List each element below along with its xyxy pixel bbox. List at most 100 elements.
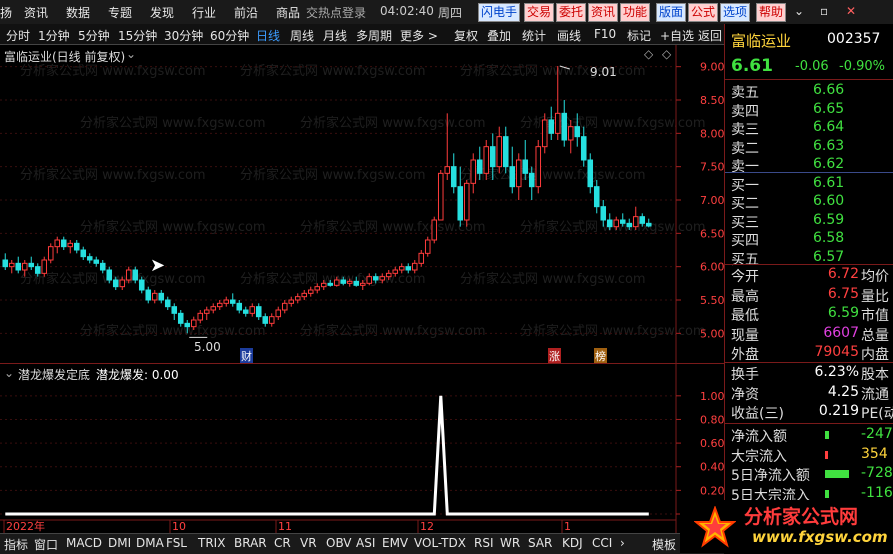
candlestick-chart[interactable]: 分析家公式网 www.fxgsw.com 分析家公式网 www.fxgsw.com… [0,45,725,364]
indicator-tab[interactable]: 模板 [652,536,676,553]
menu-item[interactable]: 资讯 [24,4,48,21]
y-tick-label: 6.50 [700,227,724,240]
ask-row[interactable]: 卖五 6.66 [731,82,891,101]
menu-item[interactable]: 商品 [276,4,300,21]
candle-body [509,166,516,188]
indicator-tab[interactable]: TRIX [198,536,225,550]
tool-button[interactable]: 统计 [522,27,546,44]
stat-label: 换手 [731,367,759,383]
ask-row[interactable]: 卖三 6.64 [731,119,891,138]
period-tab[interactable]: 月线 [323,27,347,44]
tool-button[interactable]: 标记 [627,27,651,44]
flow-label: 5日净流入额 [731,468,810,484]
candle [587,153,594,194]
indicator-tab[interactable]: OBV [326,536,352,550]
bid-row[interactable]: 买四 6.58 [731,230,891,249]
candle-body [93,259,100,264]
ask-row[interactable]: 卖四 6.65 [731,101,891,120]
menu-item[interactable]: 行业 [192,4,216,21]
bid-row[interactable]: 买三 6.59 [731,212,891,231]
period-tab[interactable]: 分时 [6,27,30,44]
indicator-tab[interactable]: VOL-TDX [414,536,466,550]
period-tab[interactable]: 15分钟 [118,27,157,44]
bid-row[interactable]: 买二 6.60 [731,193,891,212]
candle-body [444,166,451,174]
candle [151,290,158,304]
candlestick-svg[interactable]: 分析家公式网 www.fxgsw.com 分析家公式网 www.fxgsw.com… [0,45,725,363]
entrust-button[interactable]: 委托 [556,3,587,22]
settings-diamond-icon[interactable]: ◇ [644,47,653,61]
tool-button[interactable]: 返回 [698,27,722,44]
tool-button[interactable]: F10 [594,27,616,41]
order-label: 卖四 [731,103,759,120]
event-badge-limit-up[interactable]: 涨 [548,348,561,364]
menu-item[interactable]: 数据 [66,4,90,21]
event-badge-rank[interactable]: 榜 [594,348,607,364]
y-tick-label: 1.00 [700,390,724,403]
period-tab[interactable]: 1分钟 [38,27,70,44]
ask-row[interactable]: 卖二 6.63 [731,138,891,157]
candle-body [554,112,561,134]
search-box[interactable]: 交热点登录 [306,4,366,21]
candle [632,206,639,230]
indicator-tab[interactable]: RSI [474,536,494,550]
function-button[interactable]: 功能 [620,3,651,22]
info-button[interactable]: 资讯 [588,3,619,22]
period-tab[interactable]: 周线 [290,27,314,44]
maximize-icon[interactable]: ▫ [820,4,828,18]
candle-body [457,186,464,221]
candle-body [639,216,646,224]
menu-bar: 扬 资讯 数据 专题 发现 行业 前沿 商品 交热点登录 04:02:40 周四… [0,0,893,25]
bid-row[interactable]: 买一 6.61 [731,175,891,194]
indicator-tab[interactable]: SAR [528,536,552,550]
options-button[interactable]: 选项 [720,3,751,22]
layout-button[interactable]: 版面 [656,3,687,22]
period-tab-active[interactable]: 日线 [256,27,280,44]
indicator-chart[interactable]: 1.000.800.600.400.200.00 2022年1011121 ⌄ … [0,363,725,534]
tool-button[interactable]: 复权 [454,27,478,44]
period-tab[interactable]: 60分钟 [210,27,249,44]
tool-button[interactable]: +自选 [660,27,694,44]
menu-item[interactable]: 扬 [0,4,12,21]
indicator-tab[interactable]: ASI [356,536,375,550]
indicator-tab[interactable]: KDJ [562,536,583,550]
formula-button[interactable]: 公式 [688,3,719,22]
menu-item[interactable]: 专题 [108,4,132,21]
indicator-tab[interactable]: DMA [136,536,164,550]
indicator-tab[interactable]: EMV [382,536,408,550]
indicator-tab[interactable]: › [620,536,625,550]
indicator-tab[interactable]: CCI [592,536,612,550]
chevron-down-icon[interactable]: ⌄ [126,47,136,61]
help-button[interactable]: 帮助 [756,3,787,22]
more-period-button[interactable]: 更多 > [400,27,438,44]
menu-item[interactable]: 前沿 [234,4,258,21]
indicator-tab[interactable]: BRAR [234,536,267,550]
indicator-chevron-icon[interactable]: ⌄ [4,366,14,380]
stat-value: 6.72 [827,266,859,282]
event-badge-finance[interactable]: 财 [240,348,253,364]
tool-button[interactable]: 叠加 [487,27,511,44]
menu-item[interactable]: 发现 [150,4,174,21]
close-icon[interactable]: ✕ [846,4,856,18]
expand-icon[interactable]: ◇ [662,47,671,61]
indicator-tab[interactable]: 窗口 [34,536,58,553]
indicator-tab[interactable]: DMI [108,536,131,550]
indicator-tab[interactable]: 指标 [4,536,28,553]
indicator-tab[interactable]: VR [300,536,317,550]
candle-body [119,279,126,288]
indicator-tab[interactable]: CR [274,536,291,550]
indicator-tab[interactable]: FSL [166,536,187,550]
indicator-tab[interactable]: MACD [66,536,102,550]
minimize-icon[interactable]: ⌄ [794,4,804,18]
period-tab[interactable]: 30分钟 [164,27,203,44]
trade-button[interactable]: 交易 [524,3,555,22]
period-tab[interactable]: 5分钟 [78,27,110,44]
candle [15,256,22,274]
tool-button[interactable]: 画线 [557,27,581,44]
indicator-tab[interactable]: WR [500,536,520,550]
period-tab[interactable]: 多周期 [356,27,392,44]
candle [47,243,54,264]
flash-trade-button[interactable]: 闪电手 [478,3,521,22]
indicator-svg[interactable]: 1.000.800.600.400.200.00 2022年1011121 [0,364,725,534]
candle [223,296,230,307]
